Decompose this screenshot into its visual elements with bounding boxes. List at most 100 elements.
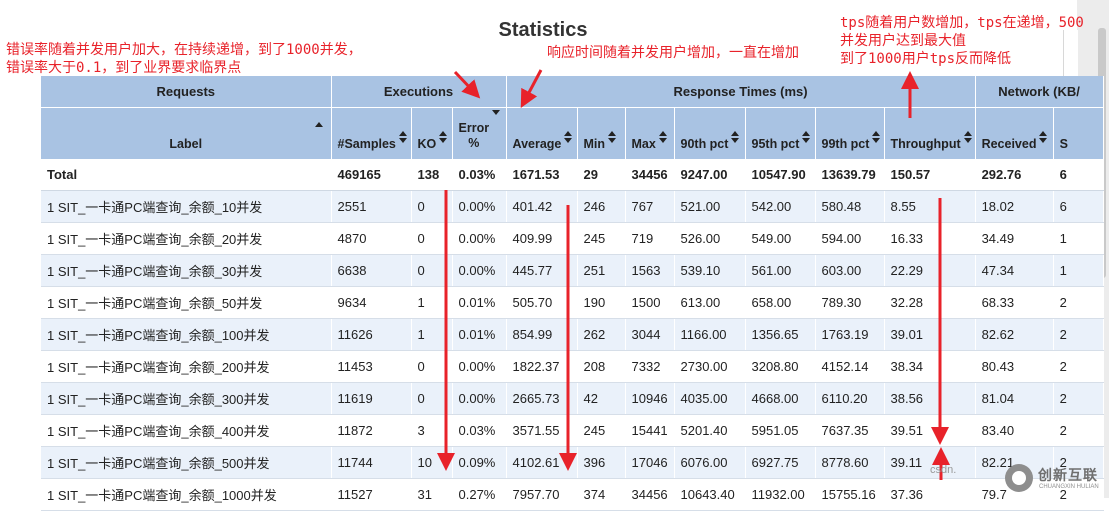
cell-label: 1 SIT_一卡通PC端查询_余额_50并发 <box>41 286 332 319</box>
cell-ko: 0 <box>411 222 453 255</box>
cell-label: 1 SIT_一卡通PC端查询_余额_100并发 <box>41 318 332 351</box>
col-throughput-text: Throughput <box>890 137 961 151</box>
table-row: 1 SIT_一卡通PC端查询_余额_30并发 6638 0 0.00% 445.… <box>41 254 1104 287</box>
col-p90-text: 90th pct <box>680 137 729 151</box>
cell-max: 34456 <box>625 159 675 191</box>
col-ko-header[interactable]: KO <box>411 107 453 159</box>
table-row: 1 SIT_一卡通PC端查询_余额_1000并发 11527 31 0.27% … <box>41 478 1104 511</box>
cell-sent: 2 <box>1053 414 1104 447</box>
cell-ko: 0 <box>411 254 453 287</box>
cell-average: 854.99 <box>506 318 578 351</box>
cell-ko: 31 <box>411 478 453 511</box>
cell-p90: 10643.40 <box>674 478 746 511</box>
annotation-error-line2: 错误率大于0.1，到了业界要求临界点 <box>6 60 242 76</box>
annotation-tps-line3: 到了1000用户tps反而降低 <box>840 51 1012 67</box>
cell-throughput: 39.01 <box>884 318 976 351</box>
cell-p90: 2730.00 <box>674 350 746 383</box>
cell-error: 0.00% <box>452 254 507 287</box>
group-network: Network (KB/ <box>975 76 1104 108</box>
cell-max: 719 <box>625 222 675 255</box>
cell-label: Total <box>41 159 332 191</box>
cell-min: 396 <box>577 446 626 479</box>
cell-ko: 138 <box>411 159 453 191</box>
cell-p90: 521.00 <box>674 190 746 223</box>
cell-p99: 4152.14 <box>815 350 885 383</box>
sort-icon <box>492 108 501 115</box>
cell-p90: 5201.40 <box>674 414 746 447</box>
cell-sent: 2 <box>1053 350 1104 383</box>
col-average-header[interactable]: Average <box>506 107 578 159</box>
cell-min: 251 <box>577 254 626 287</box>
cell-received: 82.62 <box>975 318 1054 351</box>
cell-throughput: 8.55 <box>884 190 976 223</box>
total-row: Total 469165 138 0.03% 1671.53 29 34456 … <box>41 159 1104 191</box>
col-throughput-header[interactable]: Throughput <box>884 107 976 159</box>
cell-p99: 15755.16 <box>815 478 885 511</box>
cell-ko: 0 <box>411 190 453 223</box>
cell-samples: 11453 <box>331 350 412 383</box>
cell-samples: 469165 <box>331 159 412 191</box>
col-min-header[interactable]: Min <box>577 107 626 159</box>
col-samples-text: #Samples <box>337 137 396 151</box>
cell-error: 0.09% <box>452 446 507 479</box>
cell-label: 1 SIT_一卡通PC端查询_余额_400并发 <box>41 414 332 447</box>
cell-received: 18.02 <box>975 190 1054 223</box>
cell-ko: 1 <box>411 318 453 351</box>
col-p95-text: 95th pct <box>751 137 800 151</box>
cell-throughput: 39.51 <box>884 414 976 447</box>
cell-received: 47.34 <box>975 254 1054 287</box>
watermark-text: csdn. <box>930 464 957 476</box>
cell-sent: 1 <box>1053 222 1104 255</box>
cell-error: 0.27% <box>452 478 507 511</box>
col-average-text: Average <box>512 137 562 151</box>
cell-ko: 0 <box>411 382 453 415</box>
col-error-header[interactable]: Error% <box>452 107 507 159</box>
col-p90-header[interactable]: 90th pct <box>674 107 746 159</box>
cell-samples: 6638 <box>331 254 412 287</box>
cell-sent: 2 <box>1053 286 1104 319</box>
cell-p90: 539.10 <box>674 254 746 287</box>
cell-p90: 6076.00 <box>674 446 746 479</box>
cell-label: 1 SIT_一卡通PC端查询_余额_1000并发 <box>41 478 332 511</box>
report-viewport: Statistics Requests Executions Response … <box>0 0 1109 511</box>
cell-throughput: 37.36 <box>884 478 976 511</box>
cell-p95: 10547.90 <box>745 159 816 191</box>
sort-icon <box>658 131 667 143</box>
col-received-header[interactable]: Received <box>975 107 1054 159</box>
col-samples-header[interactable]: #Samples <box>331 107 412 159</box>
col-max-text: Max <box>631 137 656 151</box>
col-sent-header[interactable]: S <box>1053 107 1104 159</box>
cell-p95: 1356.65 <box>745 318 816 351</box>
table-row: 1 SIT_一卡通PC端查询_余额_10并发 2551 0 0.00% 401.… <box>41 190 1104 223</box>
cell-samples: 11626 <box>331 318 412 351</box>
col-max-header[interactable]: Max <box>625 107 675 159</box>
col-label-header[interactable]: Label <box>41 107 332 159</box>
sort-icon <box>398 131 407 143</box>
cell-p90: 4035.00 <box>674 382 746 415</box>
cell-p99: 13639.79 <box>815 159 885 191</box>
group-header-row: Requests Executions Response Times (ms) … <box>41 76 1104 108</box>
sort-icon <box>872 131 881 143</box>
cell-error: 0.00% <box>452 222 507 255</box>
cell-p90: 1166.00 <box>674 318 746 351</box>
cell-p95: 542.00 <box>745 190 816 223</box>
cell-p90: 613.00 <box>674 286 746 319</box>
sort-icon <box>439 131 448 143</box>
table-row: 1 SIT_一卡通PC端查询_余额_20并发 4870 0 0.00% 409.… <box>41 222 1104 255</box>
cell-sent: 2 <box>1053 382 1104 415</box>
cell-min: 262 <box>577 318 626 351</box>
cell-ko: 3 <box>411 414 453 447</box>
sort-icon <box>564 131 573 143</box>
logo-subtitle: CHUANGXIN HULIAN <box>1039 484 1099 490</box>
cell-received: 292.76 <box>975 159 1054 191</box>
cell-error: 0.00% <box>452 350 507 383</box>
cell-p99: 8778.60 <box>815 446 885 479</box>
col-min-text: Min <box>583 137 606 151</box>
cell-p90: 526.00 <box>674 222 746 255</box>
logo-name: 创新互联 <box>1038 468 1098 484</box>
col-p95-header[interactable]: 95th pct <box>745 107 816 159</box>
cell-label: 1 SIT_一卡通PC端查询_余额_20并发 <box>41 222 332 255</box>
col-p99-header[interactable]: 99th pct <box>815 107 885 159</box>
cell-throughput: 22.29 <box>884 254 976 287</box>
cell-received: 68.33 <box>975 286 1054 319</box>
